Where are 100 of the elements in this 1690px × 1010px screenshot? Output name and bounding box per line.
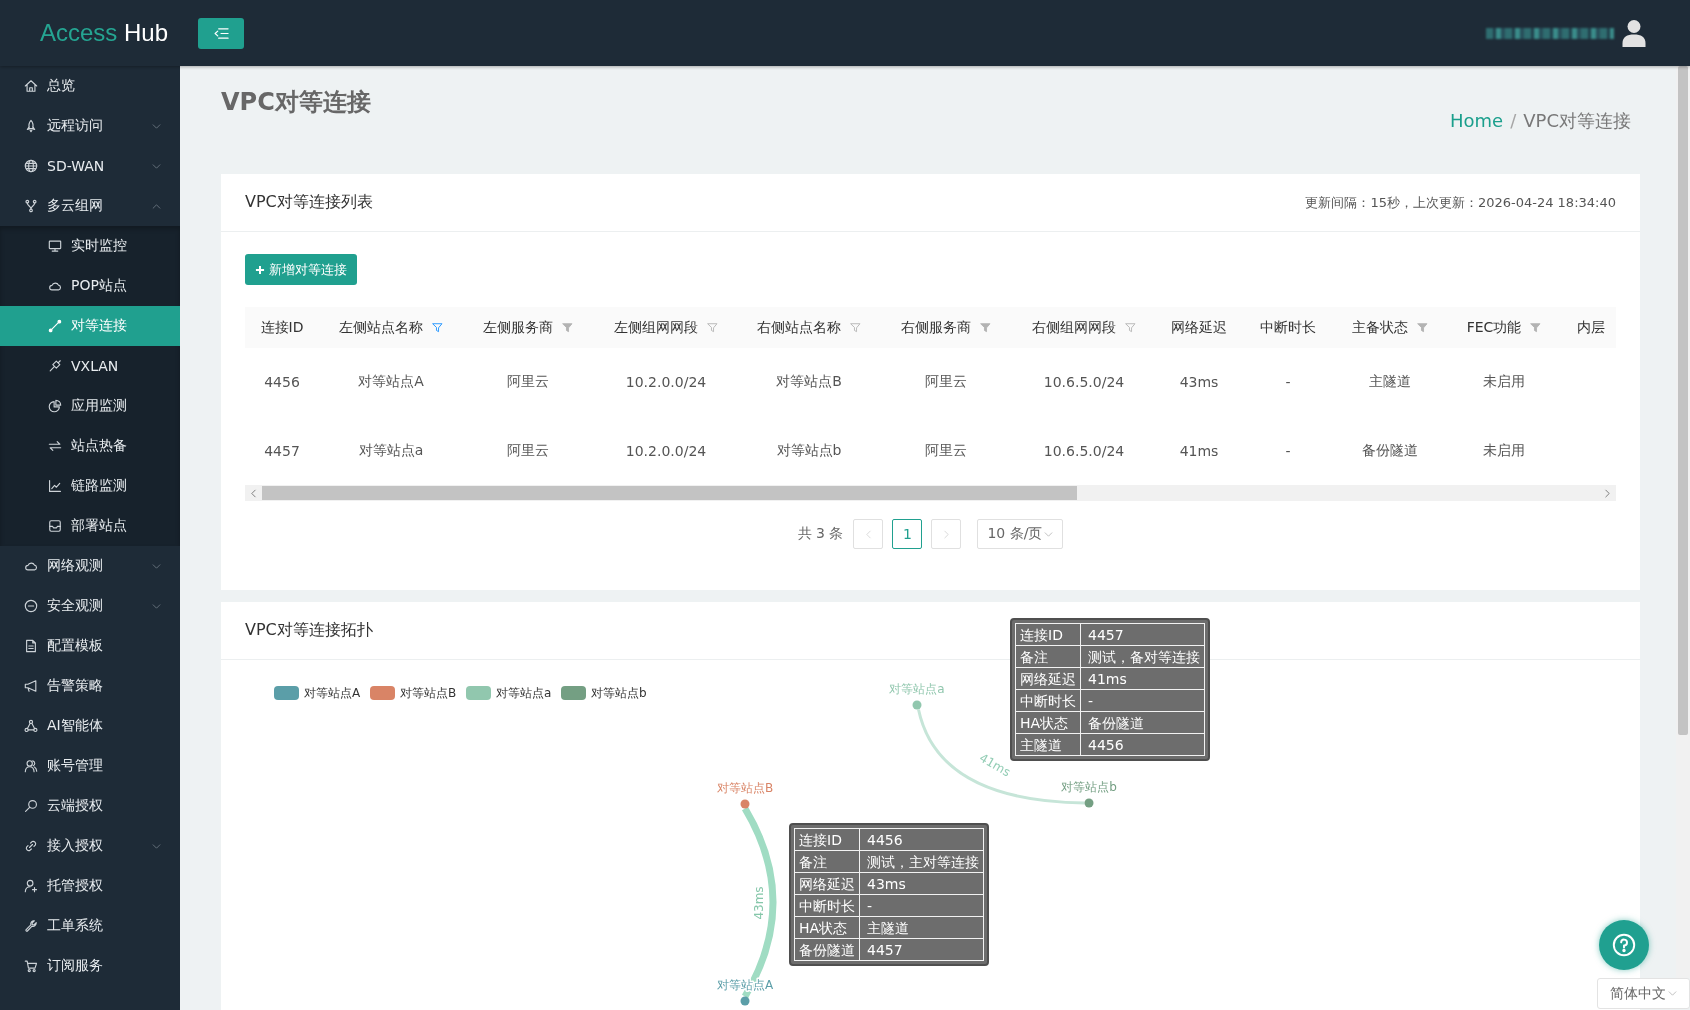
search-icon [24,799,38,813]
tooltip-label: 连接ID [794,828,860,851]
column-header: 中断时长 [1260,318,1316,337]
table-cell-text: - [1284,374,1292,391]
sidebar-item[interactable]: 实时监控 [0,226,180,266]
swap-icon [48,439,62,453]
nodes-icon [24,719,38,733]
card-title: VPC对等连接拓扑 [245,620,373,641]
table-cell-text: 阿里云 [924,373,968,392]
sidebar-item[interactable]: 工单系统 [0,906,180,946]
sidebar-item[interactable]: 安全观测 [0,586,180,626]
table-cell-text: - [1284,442,1292,459]
tooltip-value: 4456 [1080,733,1205,756]
tooltip-value: 41ms [1080,667,1205,690]
tooltip-value: 4457 [1080,623,1205,646]
legend-label: 对等站点B [400,686,457,700]
column-header: 右侧组网网段 [1032,318,1116,337]
monitor-icon [48,239,62,253]
column-header: 左侧组网网段 [614,318,698,337]
sidebar-item[interactable]: 部署站点 [0,506,180,546]
question-icon [1612,933,1636,957]
legend-label: 对等站点A [304,686,361,700]
sidebar-item[interactable]: 告警策略 [0,666,180,706]
column-header: 左侧站点名称 [339,318,423,337]
sidebar-item[interactable]: 托管授权 [0,866,180,906]
scrollbar-thumb[interactable] [262,486,1077,500]
tooltip-value: - [1080,689,1205,712]
connection-icon [48,319,62,333]
sidebar-item[interactable]: SD-WAN [0,146,180,186]
globe-icon [24,159,38,173]
tooltip-label: 中断时长 [794,894,860,917]
rocket-icon [24,119,38,133]
node-label: 对等站点B [716,781,774,795]
table-cell-text: 未启用 [1482,373,1526,392]
document-icon [24,639,38,653]
sidebar-item[interactable]: 账号管理 [0,746,180,786]
tooltip-value: 测试，主对等连接 [859,850,984,873]
sidebar-item[interactable]: 应用监测 [0,386,180,426]
table-cell-text: 阿里云 [506,373,550,392]
tooltip-value: 43ms [859,872,984,895]
cart-icon [24,959,38,973]
wrench-icon [24,919,38,933]
column-header: FEC功能 [1466,318,1522,337]
tooltip-value: 4456 [859,828,984,851]
caret-icon [1044,529,1054,539]
cloud-icon [24,559,38,573]
table-cell-text: 43ms [1178,374,1220,391]
column-header: 内层 [1577,318,1605,337]
tooltip-label: 备注 [794,850,860,873]
tooltip-value: 主隧道 [859,916,984,939]
table-cell-text: 10.6.5.0/24 [1042,442,1126,459]
table-cell-text: 对等站点B [775,373,843,392]
legend-label: 对等站点a [496,686,552,700]
sidebar-item[interactable]: VXLAN [0,346,180,386]
sidebar-item[interactable]: 云端授权 [0,786,180,826]
sidebar-item[interactable]: 多云组网 [0,186,180,226]
tooltip-label: 网络延迟 [1015,667,1081,690]
avatar-icon[interactable] [1622,19,1646,47]
tooltip-label: 备份隧道 [794,938,860,961]
menu-icon [213,25,229,41]
tooltip-value: 4457 [859,938,984,961]
sidebar-item[interactable]: 接入授权 [0,826,180,866]
tooltip-value: 备份隧道 [1080,711,1205,734]
sidebar-item[interactable]: POP站点 [0,266,180,306]
tooltip-label: 备注 [1015,645,1081,668]
table-cell-text: 主隧道 [1368,373,1412,392]
sidebar-item[interactable]: 站点热备 [0,426,180,466]
tooltip-label: HA状态 [794,916,860,939]
table-cell-text: 阿里云 [506,441,550,460]
scrollbar-thumb[interactable] [1678,66,1688,735]
language-select[interactable]: 简体中文 [1597,978,1690,1009]
column-header: 右侧服务商 [901,318,971,337]
page-size-select[interactable]: 10 条/页 [977,519,1064,549]
table-cell-text: 10.2.0.0/24 [624,442,708,459]
table-cell-text: 4457 [263,442,301,459]
card-title: VPC对等连接列表 [245,192,373,213]
line-chart-icon [48,479,62,493]
sidebar-item[interactable]: 远程访问 [0,106,180,146]
edge-label: 43ms [752,886,766,920]
tooltip-label: 连接ID [1015,623,1081,646]
app-logo: Access Hub [39,18,170,48]
table-cell-text: 对等站点a [357,441,425,460]
plus-icon [255,264,265,275]
home-icon [24,79,38,93]
sidebar-item[interactable]: 链路监测 [0,466,180,506]
column-header: 连接ID [260,318,304,337]
tooltip-label: 中断时长 [1015,689,1081,712]
sidebar-item[interactable]: 网络观测 [0,546,180,586]
menu-toggle-button[interactable] [198,17,244,49]
cloud-icon [48,279,62,293]
megaphone-icon [24,679,38,693]
sidebar-item[interactable]: 配置模板 [0,626,180,666]
sidebar-item[interactable]: 订阅服务 [0,946,180,986]
minus-circle-icon [24,599,38,613]
plug-icon [48,359,62,373]
link-icon [24,839,38,853]
table-cell-text: 41ms [1178,442,1220,459]
sidebar-item[interactable]: 总览 [0,66,180,106]
sidebar-item[interactable]: AI智能体 [0,706,180,746]
table-cell-text: 阿里云 [924,441,968,460]
